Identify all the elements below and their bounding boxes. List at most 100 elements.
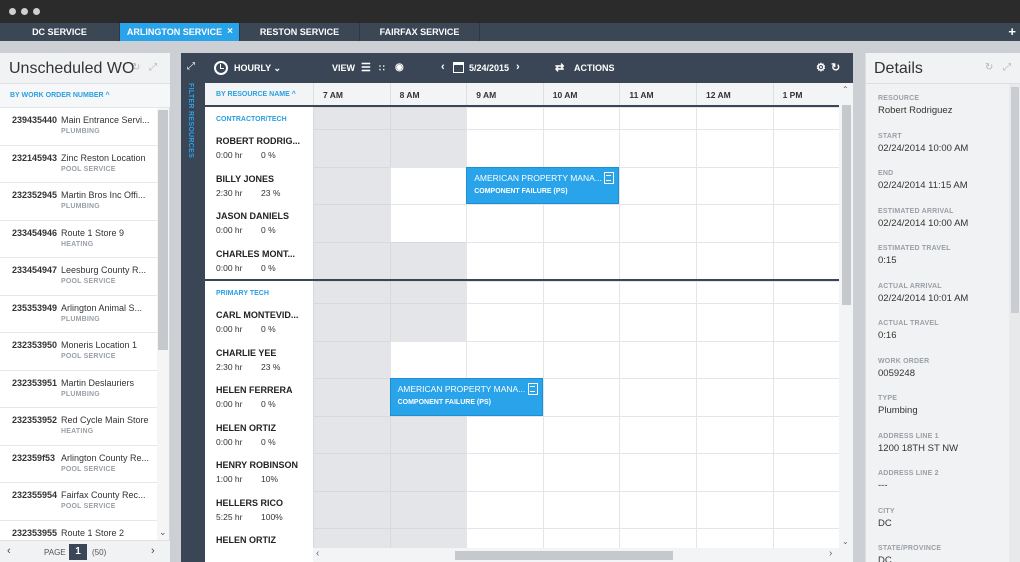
chevron-up-icon[interactable]: ⌃ <box>842 85 849 94</box>
time-slot[interactable] <box>542 490 620 528</box>
time-slot[interactable] <box>542 129 620 167</box>
resource-name[interactable]: HELEN ORTIZ <box>216 423 276 433</box>
gear-icon[interactable]: ⚙ <box>816 61 826 74</box>
actions-button[interactable]: ACTIONS <box>574 63 615 73</box>
time-slot[interactable] <box>696 166 773 204</box>
work-order-item[interactable]: 232353952 Red Cycle Main Store HEATING <box>0 408 157 446</box>
time-slot[interactable] <box>313 166 390 204</box>
time-slot[interactable] <box>772 528 839 548</box>
time-slot[interactable] <box>389 204 467 242</box>
time-slot[interactable] <box>619 166 696 204</box>
time-slot[interactable] <box>466 415 543 453</box>
time-slot[interactable] <box>772 303 839 341</box>
time-slot[interactable] <box>313 204 390 242</box>
time-slot[interactable] <box>772 107 839 129</box>
refresh-icon[interactable]: ↻ <box>831 61 840 74</box>
resource-name[interactable]: ROBERT RODRIG... <box>216 136 300 146</box>
tab-dc-service[interactable]: DC SERVICE <box>0 23 120 41</box>
swap-arrows-icon[interactable]: ⇄ <box>555 61 564 74</box>
chevron-right-icon[interactable]: › <box>516 61 520 73</box>
current-page[interactable]: 1 <box>69 544 87 560</box>
resource-name[interactable]: CHARLES MONT... <box>216 249 295 259</box>
work-order-item[interactable]: 232353955 Route 1 Store 2 <box>0 520 157 540</box>
tab-arlington-service[interactable]: ARLINGTON SERVICE × <box>120 23 240 41</box>
expand-icon[interactable]: ⤢ <box>1003 62 1011 73</box>
chevron-left-icon[interactable]: ‹ <box>7 545 11 557</box>
filter-resources-label[interactable]: FILTER RESOURCES <box>187 83 194 158</box>
time-slot[interactable] <box>772 340 839 378</box>
time-slot[interactable] <box>772 415 839 453</box>
time-slot[interactable] <box>696 528 773 548</box>
time-slot[interactable] <box>619 453 696 491</box>
window-control-dot[interactable] <box>33 8 40 15</box>
globe-icon[interactable]: ◉ <box>395 62 404 73</box>
time-slot[interactable] <box>696 241 773 279</box>
time-slot[interactable] <box>542 340 620 378</box>
time-slot[interactable] <box>313 453 390 491</box>
work-order-item[interactable]: 232355954 Fairfax County Rec... POOL SERVI… <box>0 483 157 521</box>
resource-name[interactable]: CARL MONTEVID... <box>216 310 298 320</box>
calendar-icon[interactable] <box>453 62 464 73</box>
time-slot[interactable] <box>389 490 467 528</box>
time-slot[interactable] <box>619 490 696 528</box>
clock-icon[interactable] <box>214 61 228 75</box>
scrollbar-thumb[interactable] <box>158 110 168 350</box>
time-slot[interactable] <box>619 415 696 453</box>
document-icon[interactable] <box>527 383 538 395</box>
chevron-down-icon[interactable]: ⌄ <box>159 527 167 538</box>
time-slot[interactable] <box>696 204 773 242</box>
document-icon[interactable] <box>604 171 615 184</box>
time-slot[interactable] <box>619 528 696 548</box>
window-control-dot[interactable] <box>9 8 16 15</box>
work-order-item[interactable]: 232352945 Martin Bros Inc Offi... PLUMBING <box>0 183 157 221</box>
time-slot[interactable] <box>542 107 620 129</box>
time-slot[interactable] <box>313 107 390 129</box>
time-slot[interactable] <box>696 378 773 416</box>
window-control-dot[interactable] <box>21 8 28 15</box>
time-slot[interactable] <box>619 107 696 129</box>
refresh-icon[interactable]: ↻ <box>985 62 993 73</box>
time-slot[interactable] <box>466 241 543 279</box>
time-slot[interactable] <box>466 303 543 341</box>
resource-name[interactable]: HELEN ORTIZ <box>216 535 276 545</box>
time-slot[interactable] <box>542 528 620 548</box>
resource-name[interactable]: HELEN FERRERA <box>216 385 293 395</box>
work-order-item[interactable]: 232353950 Moneris Location 1 POOL SERVICE <box>0 333 157 371</box>
time-slot[interactable] <box>313 378 390 416</box>
time-slot[interactable] <box>389 340 467 378</box>
hourly-dropdown[interactable]: HOURLY ⌄ <box>234 63 281 74</box>
work-order-item[interactable]: 233454946 Route 1 Store 9 HEATING <box>0 220 157 258</box>
booking-block[interactable]: AMERICAN PROPERTY MANA... COMPONENT FAILU… <box>466 166 620 204</box>
expand-icon[interactable]: ⤢ <box>187 61 195 72</box>
time-slot[interactable] <box>542 415 620 453</box>
time-slot[interactable] <box>619 340 696 378</box>
chevron-left-icon[interactable]: ‹ <box>441 61 445 73</box>
time-slot[interactable] <box>389 107 467 129</box>
work-order-item[interactable]: 232359f53 Arlington County Re... POOL SERV… <box>0 445 157 483</box>
time-slot[interactable] <box>542 281 620 303</box>
add-tab-icon[interactable]: + <box>1008 23 1016 41</box>
list-view-icon[interactable]: ☰ <box>361 61 371 74</box>
time-slot[interactable] <box>772 166 839 204</box>
time-slot[interactable] <box>389 166 467 204</box>
scrollbar-thumb[interactable] <box>1011 87 1019 313</box>
resource-name[interactable]: BILLY JONES <box>216 174 274 184</box>
time-slot[interactable] <box>466 281 543 303</box>
time-slot[interactable] <box>619 303 696 341</box>
time-slot[interactable] <box>696 490 773 528</box>
chevron-right-icon[interactable]: › <box>829 548 832 559</box>
time-slot[interactable] <box>542 453 620 491</box>
time-slot[interactable] <box>696 340 773 378</box>
time-slot[interactable] <box>389 415 467 453</box>
time-slot[interactable] <box>542 303 620 341</box>
time-slot[interactable] <box>313 490 390 528</box>
time-slot[interactable] <box>619 241 696 279</box>
booking-block[interactable]: AMERICAN PROPERTY MANA... COMPONENT FAILU… <box>389 378 543 416</box>
time-slot[interactable] <box>389 453 467 491</box>
time-slot[interactable] <box>466 129 543 167</box>
time-slot[interactable] <box>619 281 696 303</box>
time-slot[interactable] <box>772 281 839 303</box>
resource-name[interactable]: CHARLIE YEE <box>216 348 276 358</box>
resource-name[interactable]: JASON DANIELS <box>216 211 289 221</box>
time-slot[interactable] <box>619 378 696 416</box>
